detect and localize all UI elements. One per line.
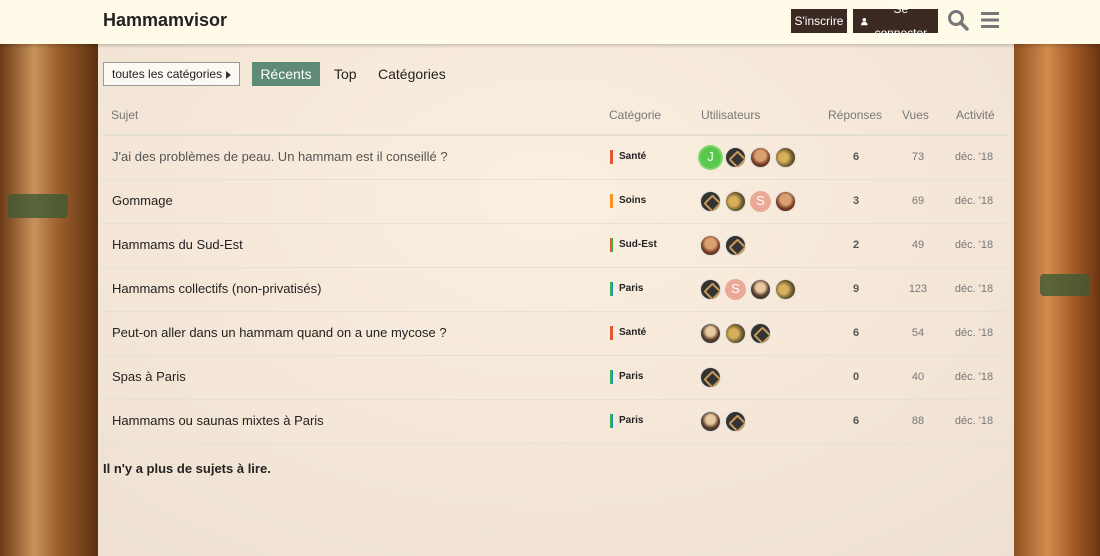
- user-avatar[interactable]: [750, 323, 771, 344]
- topic-title-link[interactable]: Peut-on aller dans un hammam quand on a …: [112, 325, 447, 340]
- column-header-category: Catégorie: [609, 108, 662, 122]
- topic-title-link[interactable]: Hammams ou saunas mixtes à Paris: [112, 413, 324, 428]
- column-header-views[interactable]: Vues: [902, 108, 929, 122]
- tab-top[interactable]: Top: [334, 62, 357, 86]
- replies-count: 2: [852, 239, 860, 251]
- participant-avatars: J: [700, 147, 796, 168]
- activity-date[interactable]: déc. '18: [953, 283, 995, 295]
- user-avatar[interactable]: J: [700, 147, 721, 168]
- category-filter-dropdown[interactable]: toutes les catégories: [103, 62, 240, 86]
- category-badge[interactable]: Sud-Est: [610, 238, 657, 252]
- views-count: 69: [911, 195, 925, 207]
- replies-count: 3: [852, 195, 860, 207]
- user-avatar[interactable]: [775, 191, 796, 212]
- no-more-topics-note: Il n'y a plus de sujets à lire.: [103, 461, 271, 476]
- tab-latest[interactable]: Récents: [252, 62, 320, 86]
- user-avatar[interactable]: [700, 323, 721, 344]
- column-header-replies[interactable]: Réponses: [828, 108, 882, 122]
- user-avatar[interactable]: [725, 147, 746, 168]
- signup-label: S'inscrire: [794, 14, 844, 28]
- user-avatar[interactable]: [725, 411, 746, 432]
- views-count: 49: [911, 239, 925, 251]
- topic-title-link[interactable]: Spas à Paris: [112, 369, 186, 384]
- topic-title-link[interactable]: Hammams du Sud-Est: [112, 237, 243, 252]
- background-pillar-left: [0, 44, 98, 556]
- background-pillar-right: [1012, 44, 1100, 556]
- participant-avatars: [700, 323, 771, 344]
- user-avatar[interactable]: [725, 235, 746, 256]
- topic-row[interactable]: J'ai des problèmes de peau. Un hammam es…: [103, 136, 1007, 180]
- user-avatar[interactable]: [700, 411, 721, 432]
- views-count: 40: [911, 371, 925, 383]
- user-avatar[interactable]: [700, 191, 721, 212]
- user-avatar[interactable]: [725, 191, 746, 212]
- column-header-activity[interactable]: Activité: [956, 108, 995, 122]
- user-avatar[interactable]: [700, 279, 721, 300]
- user-avatar[interactable]: [725, 323, 746, 344]
- category-badge[interactable]: Soins: [610, 194, 646, 208]
- topic-row[interactable]: Hammams du Sud-Est Sud-Est 2 49 déc. '18: [103, 224, 1007, 268]
- views-count: 54: [911, 327, 925, 339]
- topic-title-link[interactable]: Hammams collectifs (non-privatisés): [112, 281, 322, 296]
- user-avatar[interactable]: S: [750, 191, 771, 212]
- replies-count: 6: [852, 415, 860, 427]
- user-avatar[interactable]: [750, 147, 771, 168]
- activity-date[interactable]: déc. '18: [953, 415, 995, 427]
- participant-avatars: S: [700, 191, 796, 212]
- replies-count: 0: [852, 371, 860, 383]
- category-badge[interactable]: Paris: [610, 414, 643, 428]
- participant-avatars: [700, 411, 746, 432]
- participant-avatars: S: [700, 279, 796, 300]
- topic-row[interactable]: Gommage Soins S 3 69 déc. '18: [103, 180, 1007, 224]
- user-avatar[interactable]: [700, 235, 721, 256]
- replies-count: 9: [852, 283, 860, 295]
- activity-date[interactable]: déc. '18: [953, 239, 995, 251]
- category-badge[interactable]: Paris: [610, 370, 643, 384]
- login-button[interactable]: Se connecter: [853, 2, 938, 40]
- replies-count: 6: [852, 151, 860, 163]
- topic-row[interactable]: Spas à Paris Paris 0 40 déc. '18: [103, 356, 1007, 400]
- user-avatar[interactable]: S: [725, 279, 746, 300]
- user-avatar[interactable]: [700, 367, 721, 388]
- column-header-users: Utilisateurs: [701, 108, 761, 122]
- topic-title-link[interactable]: Gommage: [112, 193, 173, 208]
- views-count: 123: [908, 283, 928, 295]
- site-header: Hammamvisor S'inscrire Se connecter: [0, 0, 1100, 44]
- user-icon: [861, 17, 868, 25]
- column-header-topic[interactable]: Sujet: [111, 108, 138, 122]
- site-logo[interactable]: Hammamvisor: [103, 10, 227, 31]
- activity-date[interactable]: déc. '18: [953, 327, 995, 339]
- hamburger-menu-icon[interactable]: [980, 10, 1000, 30]
- category-badge[interactable]: Paris: [610, 282, 643, 296]
- views-count: 88: [911, 415, 925, 427]
- views-count: 73: [911, 151, 925, 163]
- topic-row[interactable]: Hammams collectifs (non-privatisés) Paris…: [103, 268, 1007, 312]
- caret-right-icon: [226, 71, 231, 79]
- replies-count: 6: [852, 327, 860, 339]
- activity-date[interactable]: déc. '18: [953, 195, 995, 207]
- participant-avatars: [700, 367, 721, 388]
- search-icon[interactable]: [947, 9, 969, 31]
- category-badge[interactable]: Santé: [610, 326, 646, 340]
- login-label: Se connecter: [874, 2, 928, 40]
- participant-avatars: [700, 235, 746, 256]
- activity-date[interactable]: déc. '18: [953, 151, 995, 163]
- category-filter-label: toutes les catégories: [112, 67, 223, 81]
- category-badge[interactable]: Santé: [610, 150, 646, 164]
- tab-categories[interactable]: Catégories: [378, 62, 446, 86]
- topic-title-link[interactable]: J'ai des problèmes de peau. Un hammam es…: [112, 149, 448, 164]
- topic-row[interactable]: Peut-on aller dans un hammam quand on a …: [103, 312, 1007, 356]
- topic-row[interactable]: Hammams ou saunas mixtes à Paris Paris 6 88…: [103, 400, 1007, 444]
- user-avatar[interactable]: [775, 279, 796, 300]
- user-avatar[interactable]: [775, 147, 796, 168]
- user-avatar[interactable]: [750, 279, 771, 300]
- signup-button[interactable]: S'inscrire: [791, 9, 847, 33]
- activity-date[interactable]: déc. '18: [953, 371, 995, 383]
